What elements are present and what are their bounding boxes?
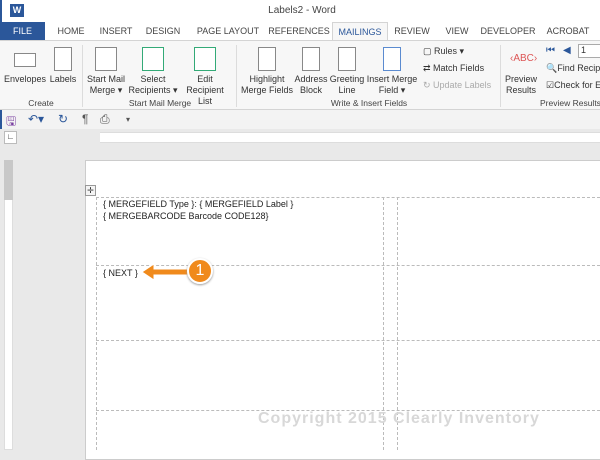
match-fields-icon: ⇄ [423, 63, 434, 73]
table-gridline [96, 197, 600, 198]
tab-home[interactable]: HOME [50, 22, 92, 41]
start-mail-merge-button[interactable]: Start Mail Merge ▾ [85, 47, 127, 96]
divider [236, 45, 237, 107]
tab-selector-button[interactable]: ∟ [4, 131, 17, 144]
callout-arrow-icon [141, 263, 191, 281]
greeting-label: Greeting [329, 74, 365, 84]
check-for-errors-button[interactable]: ☑Check for Errors [546, 80, 600, 91]
next-field[interactable]: { NEXT } [103, 268, 138, 278]
vertical-ruler-margin [4, 160, 13, 200]
save-icon[interactable]: 🖫 [6, 112, 16, 133]
envelope-icon [14, 53, 36, 67]
match-label: Match Fields [433, 63, 485, 73]
ribbon-tabs: FILE HOME INSERT DESIGN PAGE LAYOUT REFE… [0, 22, 600, 42]
group-start-mail-merge: Start Mail Merge [128, 98, 192, 108]
rules-icon: ▢ [423, 46, 435, 56]
insert-merge-field-button[interactable]: Insert Merge Field ▾ [366, 47, 418, 96]
highlight-label: Highlight [249, 74, 285, 84]
mergebarcode-line[interactable]: { MERGEBARCODE Barcode CODE128} [103, 211, 269, 221]
tab-insert[interactable]: INSERT [94, 22, 138, 41]
start-mail-label: Start Mail [86, 74, 125, 84]
group-create: Create [28, 98, 54, 108]
highlight-merge-fields-button[interactable]: Highlight Merge Fields [240, 47, 294, 96]
undo-icon[interactable]: ↶▾ [28, 112, 44, 126]
results-label: Results [505, 85, 536, 95]
address-label: Address [294, 74, 328, 84]
tab-acrobat[interactable]: ACROBAT [542, 22, 594, 41]
match-fields-button[interactable]: ⇄ Match Fields [423, 63, 484, 74]
tab-references[interactable]: REFERENCES [268, 22, 330, 41]
rules-button[interactable]: ▢ Rules ▾ [423, 46, 464, 57]
envelopes-button[interactable]: Envelopes [3, 47, 47, 85]
update-labels-button[interactable]: ↻ Update Labels [423, 80, 491, 91]
tab-developer[interactable]: DEVELOPER [480, 22, 536, 41]
watermark: Copyright 2015 Clearly Inventory [258, 410, 540, 427]
tab-page-layout[interactable]: PAGE LAYOUT [190, 22, 266, 41]
tab-design[interactable]: DESIGN [140, 22, 186, 41]
previous-record-icon[interactable]: ◀ [563, 45, 571, 56]
title-bar: W Labels2 - Word [0, 0, 600, 22]
merge-fields-label: Merge Fields [240, 85, 294, 95]
check-icon: ☑ [546, 80, 555, 90]
labels-icon [54, 47, 72, 71]
table-move-handle-icon[interactable]: ✛ [85, 185, 96, 196]
divider [500, 45, 501, 107]
select-recipients-button[interactable]: Select Recipients ▾ [128, 47, 178, 96]
divider [82, 45, 83, 107]
block-label: Block [299, 85, 322, 95]
pilcrow-icon[interactable]: ¶ [82, 112, 88, 126]
address-block-button[interactable]: Address Block [294, 47, 328, 96]
recipients-label: Recipients [128, 85, 171, 95]
tab-file[interactable]: FILE [0, 22, 45, 41]
line-label: Line [338, 85, 356, 95]
first-record-icon[interactable]: ⏮ [546, 45, 555, 56]
insert-field-icon [383, 47, 401, 71]
greeting-line-icon [338, 47, 356, 71]
edit-list-icon [194, 47, 216, 71]
edit-label: Edit [197, 74, 213, 84]
update-label: Update Labels [433, 80, 492, 90]
greeting-line-button[interactable]: Greeting Line [329, 47, 365, 96]
find-recipient-button[interactable]: 🔍Find Recipient [546, 63, 600, 74]
document-icon [95, 47, 117, 71]
record-number-input[interactable]: 1 [578, 44, 600, 58]
preview-magnifier-icon: ‹ABC› [510, 53, 538, 64]
labels-button[interactable]: Labels [49, 47, 77, 85]
address-block-icon [302, 47, 320, 71]
quick-access-toolbar: 🖫 ↶▾ ↻ ¶ ⎙ ▾ [0, 110, 600, 129]
recipients-icon [142, 47, 164, 71]
preview-label: Preview [504, 74, 537, 84]
print-preview-icon[interactable]: ⎙ [100, 112, 110, 127]
redo-icon[interactable]: ↻ [58, 112, 68, 126]
check-label: Check for Errors [554, 80, 600, 90]
select-label: Select [140, 74, 166, 84]
merge-label: Merge [89, 85, 116, 95]
mergefield-line[interactable]: { MERGEFIELD Type }: { MERGEFIELD Label … [103, 199, 293, 209]
horizontal-ruler[interactable] [100, 132, 600, 143]
envelopes-label: Envelopes [3, 74, 47, 84]
group-write-insert-fields: Write & Insert Fields [330, 98, 408, 108]
callout-badge: 1 [187, 258, 213, 284]
highlight-icon [258, 47, 276, 71]
vertical-ruler[interactable] [4, 160, 13, 450]
rules-label: Rules [434, 46, 458, 56]
labels-label: Labels [49, 74, 77, 84]
insert-merge-label: Insert Merge [366, 74, 418, 84]
table-gridline [96, 340, 600, 341]
window-title: Labels2 - Word [268, 5, 336, 16]
tab-view[interactable]: VIEW [442, 22, 472, 41]
table-gridline [96, 197, 97, 450]
find-icon: 🔍 [546, 63, 558, 73]
ribbon: Envelopes Labels Create Start Mail Merge … [0, 40, 600, 110]
update-labels-icon: ↻ [423, 80, 434, 90]
customize-toolbar-icon[interactable]: ▾ [126, 115, 130, 124]
field-label: Field [378, 85, 399, 95]
tab-mailings[interactable]: MAILINGS [332, 22, 388, 42]
group-preview-results: Preview Results [540, 98, 600, 108]
find-label: Find Recipient [557, 63, 600, 73]
tab-review[interactable]: REVIEW [392, 22, 432, 41]
preview-results-button[interactable]: ‹ABC› Preview Results [503, 47, 539, 96]
